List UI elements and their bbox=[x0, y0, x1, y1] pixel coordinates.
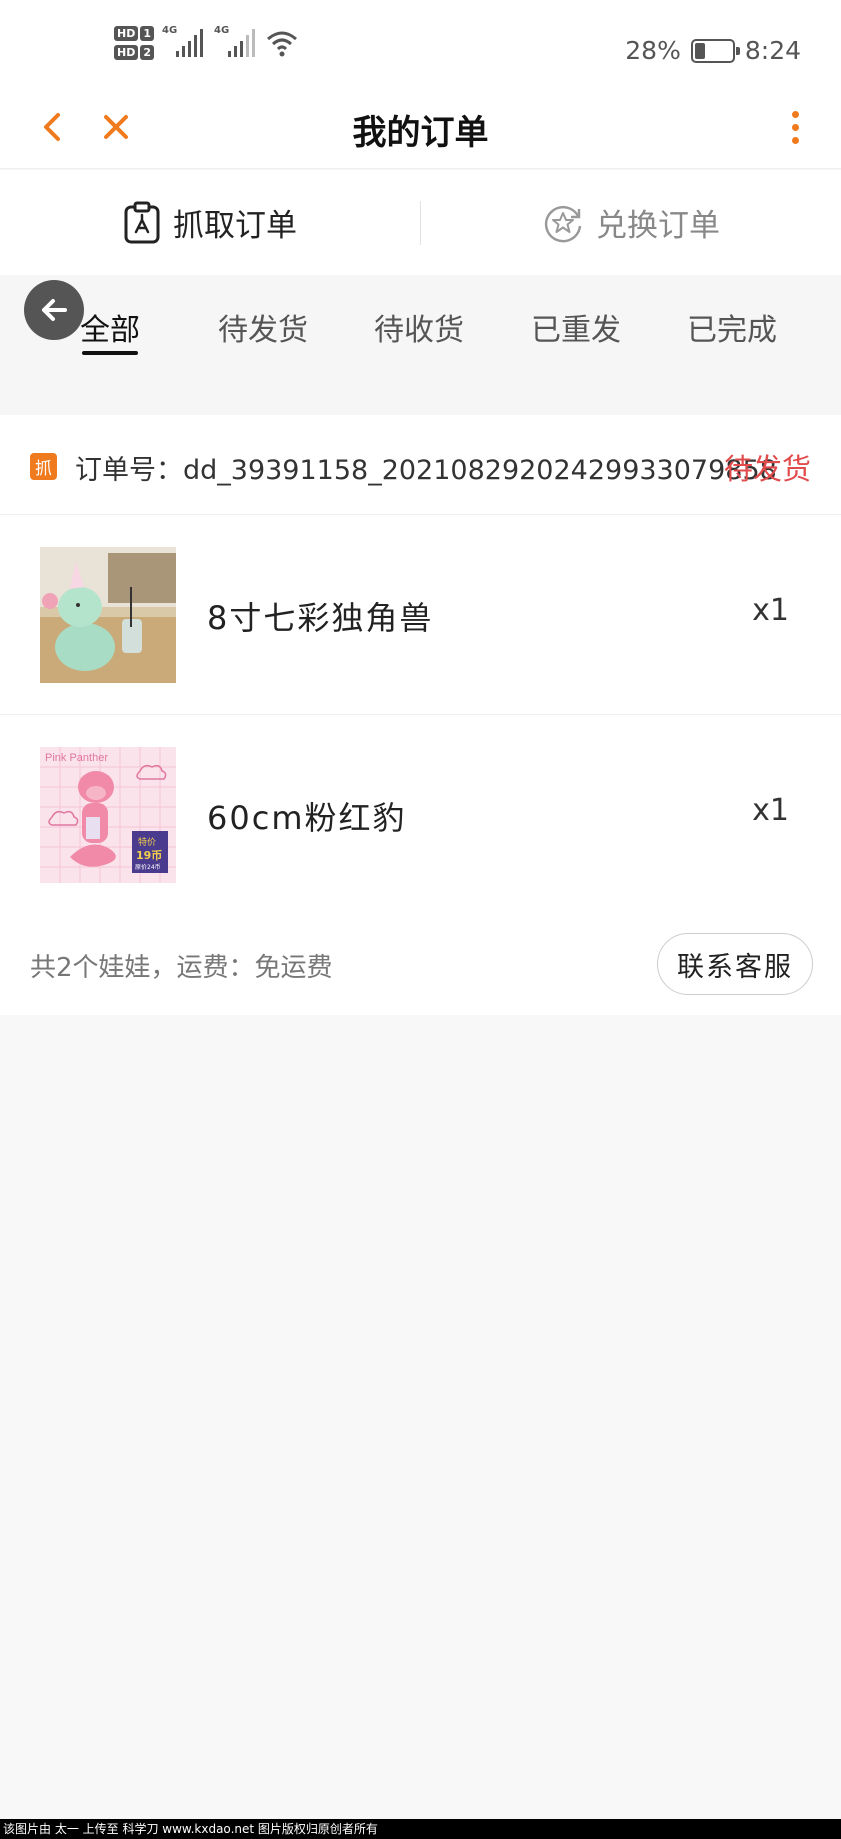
thumb-price-sub: 原价24币 bbox=[135, 864, 161, 871]
order-footer: 共2个娃娃，运费：免运费 联系客服 bbox=[0, 915, 841, 1015]
status-right: 28% 8:24 bbox=[625, 36, 801, 65]
order-number: 订单号：dd_39391158_20210829202429933079858 bbox=[75, 455, 777, 486]
nav-header: 我的订单 bbox=[0, 85, 841, 169]
tab-all[interactable]: 全部 bbox=[80, 305, 140, 349]
network-indicators: HD 1 HD 2 4G 4G bbox=[114, 25, 298, 60]
tab-grab-orders-label: 抓取订单 bbox=[173, 208, 297, 244]
thumb-price-label: 特价 bbox=[138, 836, 156, 848]
signal-icon: 4G bbox=[162, 25, 206, 59]
thumb-price: 19币 bbox=[136, 849, 162, 862]
active-tab-indicator bbox=[82, 351, 138, 355]
product-image-unicorn bbox=[40, 547, 176, 683]
clock: 8:24 bbox=[744, 36, 801, 65]
tab-completed[interactable]: 已完成 bbox=[687, 305, 777, 349]
order-type-switch: 抓取订单 兑换订单 bbox=[0, 170, 841, 275]
grab-badge: 抓 bbox=[30, 453, 57, 480]
tab-grab-orders[interactable]: 抓取订单 bbox=[0, 200, 420, 245]
signal-icon: 4G bbox=[214, 25, 258, 59]
more-button[interactable] bbox=[783, 105, 807, 149]
order-status: 待发货 bbox=[723, 452, 811, 486]
order-item[interactable]: Pink Panther 特价 19币 原价24币 60cm粉红豹 x1 bbox=[0, 715, 841, 915]
tab-reshipped[interactable]: 已重发 bbox=[531, 305, 621, 349]
product-qty: x1 bbox=[752, 593, 789, 628]
battery-percent: 28% bbox=[625, 36, 681, 65]
arrow-left-icon bbox=[42, 299, 67, 321]
product-image-pink-panther: Pink Panther 特价 19币 原价24币 bbox=[40, 747, 176, 883]
product-name: 60cm粉红豹 bbox=[207, 799, 407, 837]
clipboard-claw-icon bbox=[124, 201, 160, 243]
battery-icon bbox=[690, 38, 740, 63]
tab-pending-shipment[interactable]: 待发货 bbox=[218, 305, 308, 349]
page-title: 我的订单 bbox=[352, 113, 489, 153]
watermark-bar: 该图片由 太一 上传至 科学刀 www.kxdao.net 图片版权归原创者所有 bbox=[0, 1819, 841, 1839]
order-header: 抓 订单号：dd_39391158_2021082920242993307985… bbox=[0, 415, 841, 515]
tab-pending-receipt[interactable]: 待收货 bbox=[374, 305, 464, 349]
sim2-indicator: HD 2 bbox=[114, 45, 154, 60]
order-summary: 共2个娃娃，运费：免运费 bbox=[30, 953, 333, 983]
order-list-screen: HD 1 HD 2 4G 4G 28% 8:24 我的订单 抓取订单 兑换订单 … bbox=[0, 0, 841, 1839]
tab-exchange-orders[interactable]: 兑换订单 bbox=[421, 200, 841, 245]
tab-exchange-orders-label: 兑换订单 bbox=[596, 208, 720, 244]
order-card[interactable]: 抓 订单号：dd_39391158_2021082920242993307985… bbox=[0, 415, 841, 1015]
wifi-icon bbox=[267, 31, 297, 57]
sim1-indicator: HD 1 bbox=[114, 26, 154, 41]
floating-back-button[interactable] bbox=[24, 280, 84, 340]
product-name: 8寸七彩独角兽 bbox=[207, 599, 434, 637]
more-vertical-icon bbox=[791, 110, 799, 118]
contact-support-button[interactable]: 联系客服 bbox=[657, 933, 813, 995]
order-item[interactable]: 8寸七彩独角兽 x1 bbox=[0, 515, 841, 715]
product-qty: x1 bbox=[752, 793, 789, 828]
thumb-brand-text: Pink Panther bbox=[45, 752, 108, 764]
battery-level bbox=[694, 42, 705, 59]
star-refresh-icon bbox=[544, 205, 582, 242]
status-tabs: 全部 待发货 待收货 已重发 已完成 bbox=[0, 275, 841, 415]
